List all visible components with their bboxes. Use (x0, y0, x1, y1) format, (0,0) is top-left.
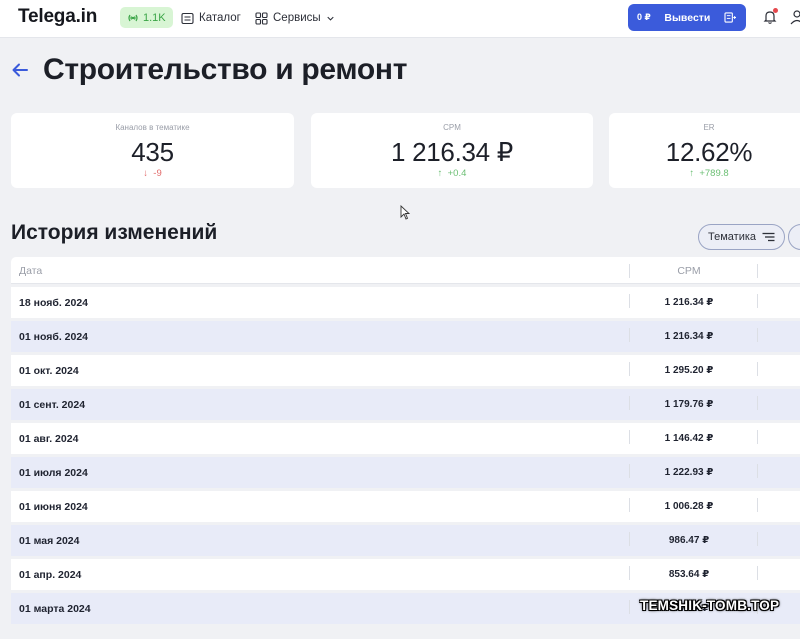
stat-delta-value: +789.8 (699, 168, 729, 179)
stat-value: 12.62% (665, 137, 753, 167)
withdraw-label: Вывести (664, 11, 711, 24)
chevron-down-icon (327, 16, 334, 21)
cell-date: 01 июля 2024 (19, 467, 88, 479)
user-icon[interactable] (790, 9, 800, 25)
stat-card-channels: Каналов в тематике 435 ↓ -9 (11, 113, 294, 188)
nav-services[interactable]: Сервисы (255, 10, 335, 26)
column-divider (757, 362, 758, 376)
logo[interactable]: Telega.in (18, 6, 97, 28)
nav-catalog-label: Каталог (199, 12, 241, 24)
page-title: Строительство и ремонт (43, 53, 408, 86)
cell-cpm: 1 146.42 ₽ (664, 433, 714, 444)
cell-cpm: 1 179.76 ₽ (664, 399, 714, 410)
history-title: История изменений (11, 221, 218, 244)
stat-card-er: ER 12.62% ↑ +789.8 (609, 113, 800, 188)
column-header-cpm[interactable]: CPM (629, 265, 749, 277)
cell-cpm: 1 006.28 ₽ (664, 501, 714, 512)
table-row: 18 нояб. 2024 1 216.34 ₽ (11, 287, 800, 318)
stat-label: Каналов в тематике (115, 123, 190, 132)
wallet-icon (724, 12, 736, 23)
column-divider (757, 294, 758, 308)
arrow-up-icon: ↑ (689, 168, 695, 179)
cell-date: 01 сент. 2024 (19, 399, 86, 411)
column-header-date[interactable]: Дата (19, 265, 42, 277)
stat-label: CPM (443, 123, 461, 132)
subscribers-badge[interactable]: 1.1K (120, 7, 173, 28)
stat-delta: ↑ +0.4 (311, 168, 593, 179)
table-row: 01 июля 2024 1 222.93 ₽ (11, 457, 800, 488)
stat-value: 1 216.34 ₽ (391, 137, 513, 167)
stat-delta-value: -9 (153, 168, 162, 179)
table-row: 01 июня 2024 1 006.28 ₽ (11, 491, 800, 522)
stat-card-cpm: CPM 1 216.34 ₽ ↑ +0.4 (311, 113, 593, 188)
cell-cpm: 1 216.34 ₽ (664, 297, 714, 308)
balance-value: 0 ₽ (637, 12, 651, 22)
arrow-down-icon: ↓ (143, 168, 148, 179)
column-divider (757, 498, 758, 512)
mouse-cursor-icon (400, 205, 410, 220)
cell-cpm: 986.47 ₽ (668, 535, 710, 546)
cell-date: 01 нояб. 2024 (19, 331, 89, 343)
arrow-up-icon: ↑ (437, 168, 443, 179)
cell-cpm: 853.64 ₽ (668, 569, 710, 580)
withdraw-button[interactable]: 0 ₽ Вывести (628, 4, 746, 31)
cell-cpm: 1 222.93 ₽ (664, 467, 714, 478)
column-divider (757, 396, 758, 410)
stat-delta: ↓ -9 (11, 168, 294, 179)
column-divider (757, 566, 758, 580)
column-divider (757, 532, 758, 546)
notification-dot (773, 8, 778, 13)
table-row: 01 апр. 2024 853.64 ₽ (11, 559, 800, 590)
column-divider (757, 430, 758, 444)
table-row: 01 мая 2024 986.47 ₽ (11, 525, 800, 556)
cell-date: 01 окт. 2024 (19, 365, 79, 377)
table-row: 01 окт. 2024 1 295.20 ₽ (11, 355, 800, 386)
cell-date: 18 нояб. 2024 (19, 297, 89, 309)
column-divider (757, 328, 758, 342)
table-row: 01 сент. 2024 1 179.76 ₽ (11, 389, 800, 420)
broadcast-icon (128, 14, 138, 21)
history-table: Дата CPM 18 нояб. 2024 1 216.34 ₽ 01 ноя… (11, 257, 800, 624)
cell-date: 01 апр. 2024 (19, 569, 82, 581)
stat-label: ER (703, 123, 715, 132)
badge-count: 1.1K (143, 11, 166, 24)
secondary-filter-button[interactable] (788, 224, 800, 250)
filter-label: Тематика (708, 231, 757, 243)
table-header: Дата CPM (11, 257, 800, 284)
cell-date: 01 июня 2024 (19, 501, 88, 513)
cell-date: 01 марта 2024 (19, 603, 91, 615)
table-row: 01 нояб. 2024 1 216.34 ₽ (11, 321, 800, 352)
cell-date: 01 мая 2024 (19, 535, 80, 547)
grid-icon (255, 11, 268, 25)
top-header: Telega.in 1.1K Каталог Сервисы 0 ₽ Вывес… (0, 0, 800, 38)
nav-services-label: Сервисы (273, 12, 321, 24)
column-divider (757, 264, 758, 278)
topic-filter-button[interactable]: Тематика (698, 224, 785, 250)
nav-catalog[interactable]: Каталог (181, 10, 241, 26)
cell-cpm: 1 216.34 ₽ (664, 331, 714, 342)
stat-delta-value: +0.4 (447, 168, 467, 179)
stat-delta: ↑ +789.8 (609, 168, 800, 179)
cell-date: 01 авг. 2024 (19, 433, 79, 445)
table-row: 01 авг. 2024 1 146.42 ₽ (11, 423, 800, 454)
column-divider (757, 464, 758, 478)
cell-cpm: 1 295.20 ₽ (664, 365, 714, 376)
catalog-icon (181, 12, 194, 24)
filter-icon (762, 232, 775, 242)
stat-value: 435 (131, 137, 174, 167)
back-arrow-icon[interactable] (10, 60, 30, 80)
watermark: TEMSHIK-TOMB.TOP (640, 598, 780, 613)
